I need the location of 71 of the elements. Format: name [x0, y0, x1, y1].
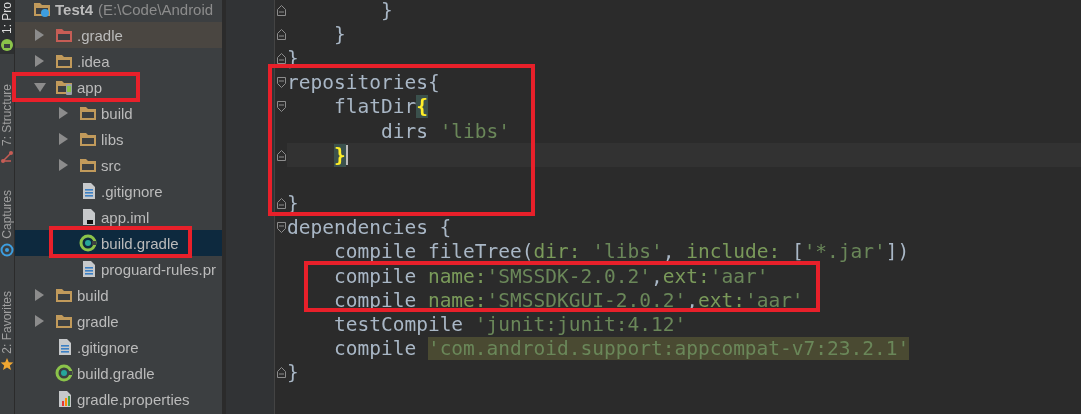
tree-row[interactable]: proguard-rules.pr: [15, 256, 222, 282]
fold-icon[interactable]: [277, 77, 286, 89]
tool-window-tab[interactable]: 2: Favorites: [0, 288, 14, 374]
tree-item-label: .gradle: [77, 26, 123, 44]
folder-icon: [55, 286, 73, 304]
tree-row[interactable]: app: [15, 74, 222, 100]
code-line: compile name:'SMSSDK-2.0.2',ext:'aar': [332, 264, 769, 288]
fold-icon[interactable]: [277, 149, 286, 161]
folder-icon: [79, 130, 97, 148]
tree-item-label: gradle.properties: [77, 390, 190, 408]
tree-row[interactable]: gradle.properties: [15, 386, 222, 412]
folder-icon: [79, 156, 97, 174]
camera-icon[interactable]: [0, 242, 14, 257]
code-line: testCompile 'junit:junit:4.12': [332, 313, 687, 337]
tree-item-label: build.gradle: [77, 364, 155, 382]
tree-item-label: build: [77, 286, 109, 304]
tree-row[interactable]: libs: [15, 126, 222, 152]
fold-icon[interactable]: [277, 4, 286, 16]
fold-icon[interactable]: [277, 222, 286, 234]
code-line: }: [332, 22, 346, 46]
folder-icon: [55, 312, 73, 330]
code-line: }: [379, 0, 393, 22]
code-line: repositories{: [287, 71, 440, 95]
tool-window-tab[interactable]: Captures: [0, 188, 14, 259]
gradle-icon: [79, 234, 97, 252]
tree-row[interactable]: build: [15, 282, 222, 308]
tree-row[interactable]: .gradle: [15, 22, 222, 48]
tool-window-tab[interactable]: 7: Structure: [0, 82, 14, 167]
tree-row[interactable]: build.gradle: [15, 360, 222, 386]
tree-row[interactable]: .gitignore: [15, 334, 222, 360]
android-icon[interactable]: [0, 38, 14, 52]
folder-icon: [55, 26, 73, 44]
tree-item-label: app: [77, 78, 103, 96]
code-line: flatDir{: [332, 95, 428, 119]
star-icon[interactable]: [0, 357, 14, 372]
fold-icon[interactable]: [277, 28, 286, 40]
tree-item-label: build: [101, 104, 133, 122]
gradle-icon: [55, 364, 73, 382]
tree-item-label: src: [101, 156, 121, 174]
tree-item-label: proguard-rules.pr: [101, 260, 217, 278]
tree-row[interactable]: .gitignore: [15, 178, 222, 204]
code-line: }: [287, 361, 299, 385]
structure-icon[interactable]: [0, 150, 14, 165]
folder-icon: [55, 52, 73, 70]
fold-icon[interactable]: [277, 52, 286, 64]
code-line: dirs 'libs': [379, 119, 511, 143]
tree-item-label: .idea: [77, 52, 110, 70]
fold-icon[interactable]: [277, 198, 286, 210]
tree-row[interactable]: .idea: [15, 48, 222, 74]
folder-icon: [79, 104, 97, 122]
project-name: Test4: [55, 0, 94, 18]
tree-item-label: .gitignore: [77, 338, 139, 356]
tree-row[interactable]: build.gradle: [15, 230, 222, 256]
tool-window-tab[interactable]: 1: Pro: [0, 0, 14, 54]
tree-item-label: app.iml: [101, 208, 150, 226]
text-caret: [345, 145, 348, 166]
code-line: dependencies {: [287, 216, 452, 240]
module-folder-icon: [55, 78, 73, 96]
tree-row[interactable]: gradle: [15, 308, 222, 334]
fold-icon[interactable]: [277, 367, 286, 379]
tree-item-label: build.gradle: [101, 234, 179, 252]
expanded-arrow-icon[interactable]: [33, 80, 47, 94]
tree-row[interactable]: build: [15, 100, 222, 126]
tree-row[interactable]: app.iml: [15, 204, 222, 230]
fold-icon[interactable]: [277, 101, 286, 113]
tree-item-label: libs: [101, 130, 124, 148]
project-path: (E:\Code\Android: [98, 0, 214, 18]
code-line: compile fileTree(dir: 'libs', include: ['*.jar']): [332, 240, 910, 264]
tree-item-label: .gitignore: [101, 182, 163, 200]
tree-item-label: gradle: [77, 312, 119, 330]
tree-row[interactable]: src: [15, 152, 222, 178]
